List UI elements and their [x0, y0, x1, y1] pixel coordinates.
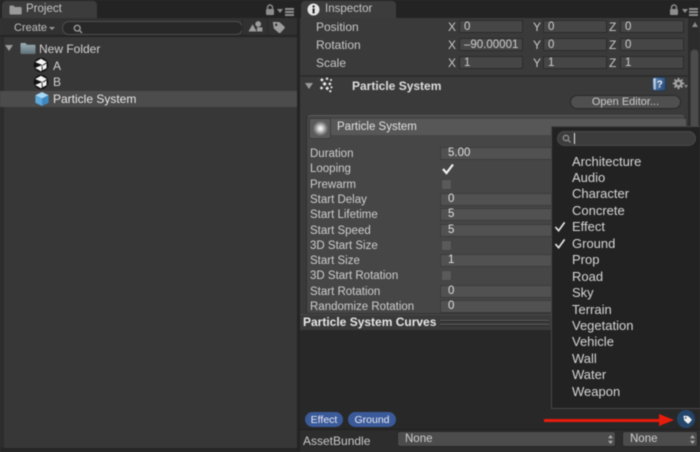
svg-text:?: ? [657, 80, 663, 91]
